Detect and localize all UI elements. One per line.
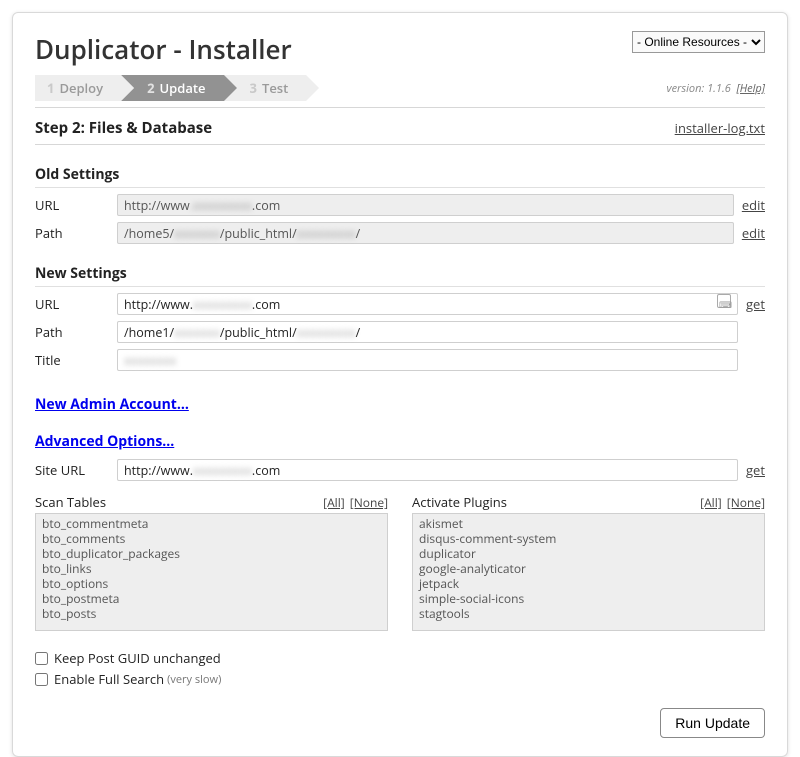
new-title-row: Title xxxxxxxx get	[35, 349, 765, 371]
scan-tables-listbox[interactable]: bto_commentmetabto_commentsbto_duplicato…	[35, 513, 388, 631]
old-path-row: Path /home5/xxxxxxx/public_html/xxxxxxxx…	[35, 222, 765, 244]
old-path-label: Path	[35, 224, 117, 242]
siteurl-input[interactable]: http://www.xxxxxxxxx.com	[117, 459, 738, 481]
old-url-label: URL	[35, 196, 117, 214]
scan-tables-title: Scan Tables	[35, 493, 106, 511]
new-title-label: Title	[35, 351, 117, 369]
list-item[interactable]: stagtools	[413, 606, 764, 621]
chk-guid-input[interactable]	[35, 652, 48, 665]
version-info: version: 1.1.6 [Help]	[667, 81, 766, 96]
installer-card: Duplicator - Installer - Online Resource…	[12, 12, 788, 757]
siteurl-label: Site URL	[35, 461, 117, 479]
new-path-row: Path /home1/xxxxxxx/public_html/xxxxxxxx…	[35, 321, 765, 343]
step-update[interactable]: 2Update	[121, 75, 223, 101]
old-url-edit[interactable]: edit	[742, 196, 765, 214]
list-item[interactable]: bto_commentmeta	[36, 516, 387, 531]
list-item[interactable]: bto_links	[36, 561, 387, 576]
old-url-row: URL http://www.xxxxxxxxx.com edit	[35, 194, 765, 216]
run-update-button[interactable]: Run Update	[660, 708, 765, 738]
scan-all-link[interactable]: [All]	[323, 494, 345, 511]
list-item[interactable]: bto_options	[36, 576, 387, 591]
new-url-get[interactable]: get	[746, 295, 765, 313]
dual-listboxes: Scan Tables [All] [None] bto_commentmeta…	[35, 493, 765, 631]
list-item[interactable]: bto_posts	[36, 606, 387, 621]
online-resources-select[interactable]: - Online Resources -	[632, 31, 765, 53]
list-item[interactable]: google-analyticator	[413, 561, 764, 576]
list-item[interactable]: bto_comments	[36, 531, 387, 546]
plugins-title: Activate Plugins	[412, 493, 507, 511]
new-settings-title: New Settings	[35, 264, 765, 287]
help-link[interactable]: [Help]	[736, 81, 765, 96]
page-title: Duplicator - Installer	[35, 31, 292, 67]
scan-none-link[interactable]: [None]	[350, 494, 388, 511]
siteurl-row: Site URL http://www.xxxxxxxxx.com get	[35, 459, 765, 481]
list-item[interactable]: akismet	[413, 516, 764, 531]
new-url-row: URL http://www.xxxxxxxxx.com get	[35, 293, 765, 315]
list-item[interactable]: bto_postmeta	[36, 591, 387, 606]
new-url-label: URL	[35, 295, 117, 313]
step-heading: Step 2: Files & Database	[35, 118, 212, 138]
list-item[interactable]: duplicator	[413, 546, 764, 561]
list-item[interactable]: jetpack	[413, 576, 764, 591]
new-title-input[interactable]: xxxxxxxx	[117, 349, 738, 371]
keyboard-icon	[717, 294, 731, 308]
advanced-options-link[interactable]: Advanced Options...	[35, 432, 174, 451]
old-url-field: http://www.xxxxxxxxx.com	[117, 194, 734, 216]
siteurl-get[interactable]: get	[746, 461, 765, 479]
list-item[interactable]: disqus-comment-system	[413, 531, 764, 546]
chk-full-input[interactable]	[35, 673, 48, 686]
chk-full[interactable]: Enable Full Search(very slow)	[35, 670, 765, 688]
advanced-checks: Keep Post GUID unchanged Enable Full Sea…	[35, 649, 765, 688]
list-item[interactable]: bto_duplicator_packages	[36, 546, 387, 561]
list-item[interactable]: simple-social-icons	[413, 591, 764, 606]
new-admin-account-link[interactable]: New Admin Account...	[35, 395, 189, 414]
plugins-none-link[interactable]: [None]	[727, 494, 765, 511]
old-settings-title: Old Settings	[35, 165, 765, 188]
plugins-all-link[interactable]: [All]	[700, 494, 722, 511]
new-path-input[interactable]: /home1/xxxxxxx/public_html/xxxxxxxxx/	[117, 321, 738, 343]
wizard-steps: 1Deploy 2Update 3Test version: 1.1.6 [He…	[35, 75, 765, 101]
chk-guid[interactable]: Keep Post GUID unchanged	[35, 649, 765, 667]
topbar: Duplicator - Installer - Online Resource…	[35, 31, 765, 73]
old-path-edit[interactable]: edit	[742, 224, 765, 242]
step-deploy[interactable]: 1Deploy	[35, 75, 121, 101]
new-url-input[interactable]: http://www.xxxxxxxxx.com	[117, 293, 738, 315]
plugins-listbox[interactable]: akismetdisqus-comment-systemduplicatorgo…	[412, 513, 765, 631]
installer-log-link[interactable]: installer-log.txt	[675, 119, 765, 137]
old-path-field: /home5/xxxxxxx/public_html/xxxxxxxxx/	[117, 222, 734, 244]
new-path-label: Path	[35, 323, 117, 341]
